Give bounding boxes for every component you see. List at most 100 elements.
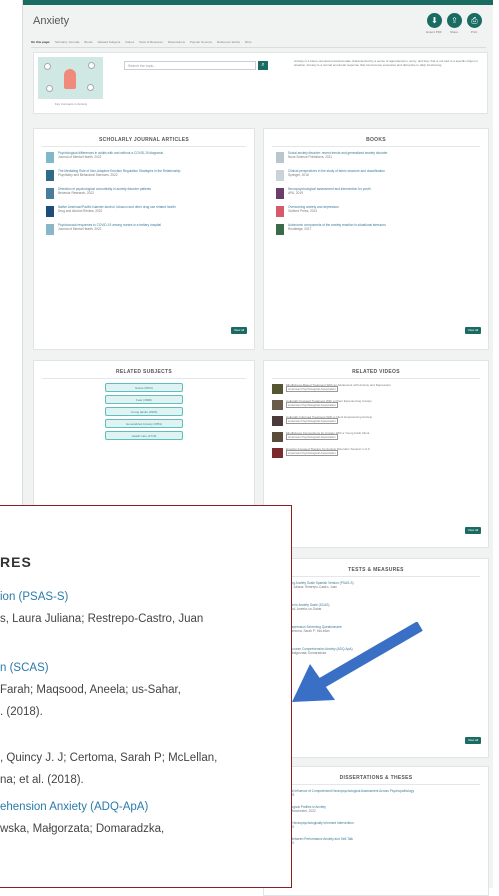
dissertations-heading: DISSERTATIONS & THESES [339, 775, 413, 781]
book-item[interactable]: Clinical perspectives in the study of fa… [276, 169, 482, 187]
section-nav-label: On this page: [31, 40, 51, 44]
journal-item[interactable]: Native American/Pacific Islander alcohol… [46, 205, 248, 223]
nav-books[interactable]: Books [84, 40, 92, 44]
topic-search-input[interactable]: Search the topic... [124, 61, 256, 70]
tests-heading: TESTS & MEASURES [348, 567, 404, 573]
subject-tag[interactable]: Health care (2719) [105, 431, 183, 440]
subject-tag[interactable]: Generalized Anxiety (2851) [105, 419, 183, 428]
card-divider [272, 146, 480, 147]
journal-meta: Psychiatry and Behavioral Sciences, 2022 [58, 173, 118, 177]
zoomed-authors: . (2018). [0, 706, 43, 718]
zoomed-callout: RES ion (PSAS-S) s, Laura Juliana; Restr… [0, 505, 292, 888]
dissertation-item[interactable]: The Effects of Neuropsychologically Info… [272, 821, 482, 837]
nav-reference[interactable]: Reference Works [217, 40, 240, 44]
journal-cover [46, 206, 54, 217]
person-figure [64, 69, 76, 89]
subjects-heading: RELATED SUBJECTS [115, 369, 173, 375]
book-item[interactable]: Neuropsychological assessment and interv… [276, 187, 482, 205]
journal-item[interactable]: Psychosocial responses to COVID-19 among… [46, 223, 248, 241]
video-item[interactable]: Culturally Informed Treatment With a Cli… [272, 415, 482, 431]
dissertation-meta: ProQuest, 2022 [272, 825, 482, 829]
journal-cover [46, 224, 54, 235]
dissertation-meta: ProQuest, 2023 [272, 793, 482, 797]
search-button[interactable]: ⌕ [258, 61, 268, 70]
journal-item[interactable]: The Mediating Role of Non-Adaptive Emoti… [46, 169, 248, 187]
video-item[interactable]: Culturally Focused Treatment With a Clie… [272, 399, 482, 415]
nav-dissertations[interactable]: Dissertations [168, 40, 185, 44]
video-thumbnail [272, 400, 283, 410]
dissertation-item[interactable]: The Differential Influence of Computeriz… [272, 789, 482, 805]
video-thumbnail [272, 416, 283, 426]
journal-meta: Behavior Research, 2022 [58, 191, 94, 195]
videos-card: RELATED VIDEOS Mindfulness-Based Treatme… [263, 360, 489, 548]
journals-card: SCHOLARLY JOURNAL ARTICLES Psychological… [33, 128, 255, 350]
dissertation-meta: University of Manchester, 2022 [272, 809, 316, 813]
journal-item[interactable]: Detection of psychological comorbidity i… [46, 187, 248, 205]
journal-item[interactable]: Psychological differences in adults with… [46, 151, 248, 169]
tests-view-all-button[interactable]: View all [465, 737, 481, 744]
search-icon: ⌕ [261, 62, 265, 68]
zoomed-authors: Farah; Maqsood, Aneela; us-Sahar, [0, 684, 181, 696]
videos-view-all-button[interactable]: View all [465, 527, 481, 534]
book-cover [276, 206, 284, 217]
journal-meta: Drug and Alcohol Review, 2022 [58, 209, 103, 213]
video-item[interactable]: Mindfulness Interventions for Anxiety Wi… [272, 431, 482, 447]
card-divider [42, 378, 246, 379]
illustration-caption: Key Concepts in Anxiety [54, 102, 88, 106]
journal-cover [46, 152, 54, 163]
test-item[interactable]: Public Speaking Anxiety Scale Spanish Ve… [272, 581, 482, 603]
thought-bubble-icon [88, 62, 95, 69]
nav-subjects[interactable]: Related Subjects [98, 40, 121, 44]
test-authors: Cuervo, Laura Juliana; Restrepo-Castro, … [272, 585, 338, 589]
video-item[interactable]: Mindfulness-Based Treatment With an Adol… [272, 383, 482, 399]
book-meta: APA, 2019 [288, 191, 304, 195]
dissertation-meta: ProQuest, 2022 [272, 841, 482, 845]
video-thumbnail [272, 384, 283, 394]
book-item[interactable]: Social anxiety disorder: recent trends a… [276, 151, 482, 169]
dissertation-item[interactable]: Neuropsychological Profiles in Anxiety Un… [272, 805, 482, 821]
card-divider [272, 784, 480, 785]
journal-cover [46, 170, 54, 181]
nav-tests[interactable]: Tests & Measures [139, 40, 163, 44]
video-publisher: American Psychological Association [286, 386, 338, 392]
book-cover [276, 188, 284, 199]
section-nav: On this page: Scholarly Journals Books R… [31, 40, 256, 44]
topic-illustration [38, 57, 103, 99]
thought-bubble-icon [87, 84, 94, 91]
zoomed-test-link[interactable]: ehension Anxiety (ADQ-ApA) [0, 801, 148, 813]
nav-journals[interactable]: Scholarly Journals [55, 40, 80, 44]
book-item[interactable]: Overcoming anxiety and depression Guilfor… [276, 205, 482, 223]
video-thumbnail [272, 448, 283, 458]
book-meta: Guilford Press, 2013 [288, 209, 318, 213]
journal-meta: Journal of Mental Health, 2022 [58, 155, 102, 159]
zoomed-authors: na; et al. (2018). [0, 774, 84, 786]
subject-tag[interactable]: Young adults (2966) [105, 407, 183, 416]
card-divider [42, 146, 246, 147]
zoomed-authors: wska, Małgorzata; Domaradzka, [0, 823, 165, 835]
subject-tag[interactable]: Stress (5872) [105, 383, 183, 392]
subject-tag[interactable]: Fear (3698) [105, 395, 183, 404]
video-thumbnail [272, 432, 283, 442]
zoomed-authors: , Quincy J. J; Certoma, Sarah P; McLella… [0, 752, 218, 764]
export-label: Export PDF [426, 30, 442, 34]
dissertations-card: DISSERTATIONS & THESES The Differential … [263, 766, 489, 896]
books-view-all-button[interactable]: View all [465, 327, 481, 334]
zoomed-authors: s, Laura Juliana; Restrepo-Castro, Juan [0, 613, 204, 625]
nav-more[interactable]: More [245, 40, 252, 44]
dissertation-item[interactable]: The Relation Between Performance Anxiety… [272, 837, 482, 853]
zoomed-test-link[interactable]: n (SCAS) [0, 662, 49, 674]
nav-videos[interactable]: Videos [125, 40, 134, 44]
journals-view-all-button[interactable]: View all [231, 327, 247, 334]
nav-popular[interactable]: Popular Sources [190, 40, 212, 44]
zoomed-test-link[interactable]: ion (PSAS-S) [0, 591, 68, 603]
books-heading: BOOKS [366, 137, 386, 143]
video-item[interactable]: Emotion-Focused Therapy for Anxiety Diso… [272, 447, 482, 463]
book-cover [276, 152, 284, 163]
pointer-arrow-icon [292, 622, 423, 702]
share-icon[interactable]: ⇪ [447, 13, 462, 28]
print-icon[interactable]: ⎙ [467, 13, 482, 28]
books-card: BOOKS Social anxiety disorder: recent tr… [263, 128, 489, 350]
book-item[interactable]: Autonomic components of the anxiety reac… [276, 223, 482, 241]
download-icon[interactable]: ⬇ [427, 13, 442, 28]
book-cover [276, 224, 284, 235]
